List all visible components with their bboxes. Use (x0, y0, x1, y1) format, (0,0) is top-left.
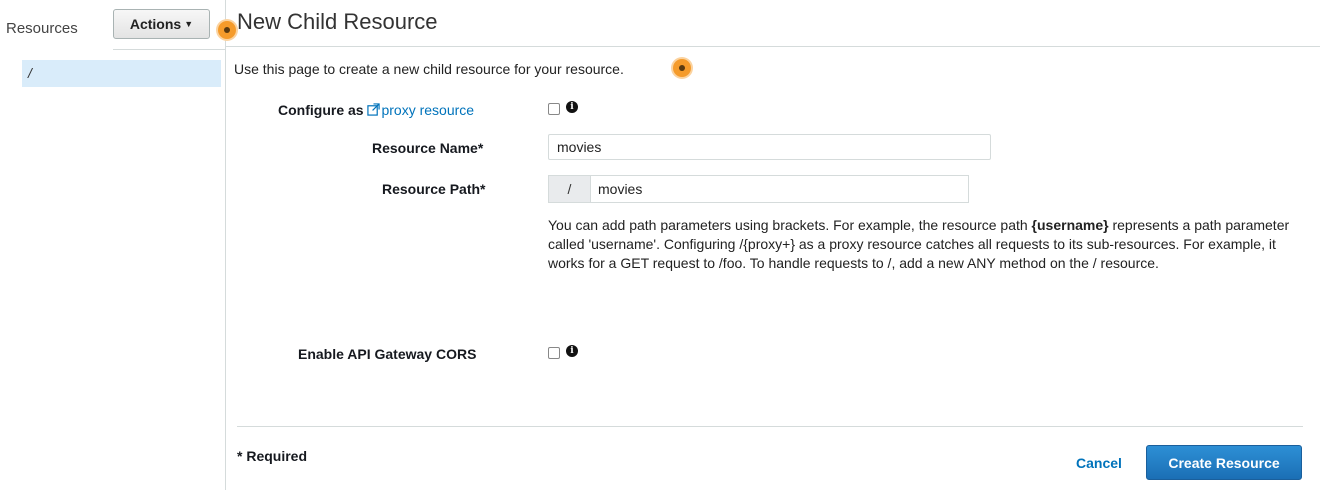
proxy-resource-link-label: proxy resource (381, 102, 475, 118)
actions-button[interactable]: Actions ▼ (113, 9, 210, 39)
hotspot-marker[interactable] (218, 21, 236, 39)
resource-path-input[interactable] (591, 176, 968, 202)
title-divider (226, 46, 1320, 47)
sidebar-title: Resources (6, 20, 78, 37)
intro-text: Use this page to create a new child reso… (234, 61, 624, 77)
external-link-icon (367, 103, 381, 116)
actions-button-label: Actions (129, 16, 182, 32)
footer-divider (237, 426, 1303, 427)
caret-down-icon: ▼ (184, 19, 194, 29)
resource-tree-item-root[interactable]: / (22, 60, 221, 87)
sidebar-divider (113, 49, 226, 50)
page-title: New Child Resource (237, 9, 438, 34)
proxy-resource-checkbox[interactable] (548, 103, 560, 115)
info-icon[interactable]: i (566, 101, 578, 113)
path-help-text: You can add path parameters using bracke… (548, 216, 1308, 273)
resource-name-input[interactable] (548, 134, 991, 160)
resource-path-label: Resource Path* (382, 181, 486, 197)
enable-cors-label: Enable API Gateway CORS (298, 346, 477, 362)
configure-prefix: Configure as (278, 102, 364, 118)
resource-name-label: Resource Name* (372, 140, 484, 156)
enable-cors-checkbox[interactable] (548, 347, 560, 359)
hotspot-marker[interactable] (673, 59, 691, 77)
resource-path-group: / (548, 175, 969, 203)
create-resource-button[interactable]: Create Resource (1146, 445, 1302, 480)
required-note: * Required (237, 448, 308, 464)
configure-proxy-label: Configure as proxy resource (278, 102, 474, 118)
resources-sidebar: Resources Actions ▼ / (0, 0, 226, 490)
help-text-part1: You can add path parameters using bracke… (548, 217, 1032, 233)
proxy-resource-link[interactable]: proxy resource (367, 102, 474, 118)
info-icon[interactable]: i (566, 345, 578, 357)
cancel-button[interactable]: Cancel (1076, 455, 1122, 471)
resource-path-prefix: / (549, 176, 591, 202)
help-text-bold: {username} (1031, 217, 1109, 233)
